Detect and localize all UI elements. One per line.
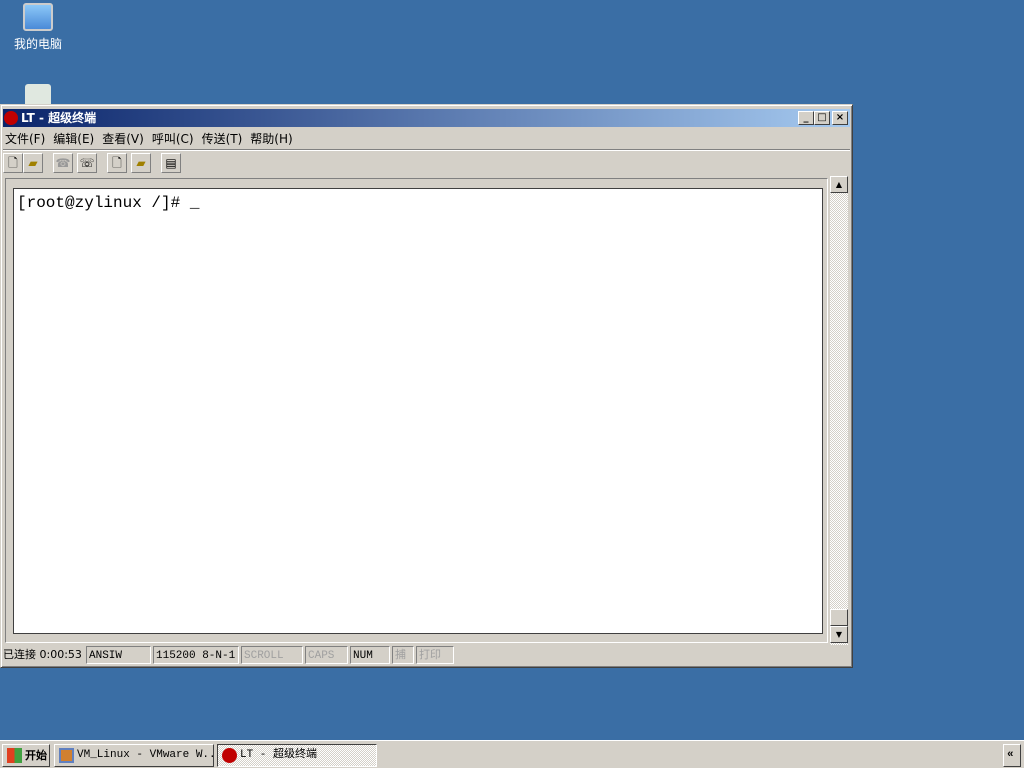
open-folder-icon: ▰ bbox=[28, 156, 38, 170]
arrow-down-icon: ▼ bbox=[835, 630, 843, 639]
status-capture: 捕 bbox=[392, 646, 414, 664]
status-caps: CAPS bbox=[305, 646, 348, 664]
receive-file-icon: ▰ bbox=[136, 156, 146, 170]
windows-logo-icon bbox=[7, 748, 22, 763]
send-file-icon: 🗋 bbox=[112, 156, 122, 170]
status-scroll: SCROLL bbox=[241, 646, 303, 664]
status-bar: 已连接 0:00:53 ANSIW 115200 8-N-1 SCROLL CA… bbox=[1, 646, 851, 666]
status-num: NUM bbox=[350, 646, 390, 664]
new-button[interactable]: 🗋 bbox=[3, 153, 23, 173]
terminal-frame: [root@zylinux /]# _ bbox=[5, 178, 828, 643]
scroll-up-button[interactable]: ▲ bbox=[830, 176, 848, 193]
task-vmware[interactable]: VM_Linux - VMware W... bbox=[54, 744, 214, 767]
open-button[interactable]: ▰ bbox=[23, 153, 43, 173]
desktop-icon-recycle-bin[interactable] bbox=[0, 84, 76, 106]
phone-icon: ☎ bbox=[55, 156, 71, 170]
task-label: VM_Linux - VMware W... bbox=[77, 749, 214, 761]
receive-button[interactable]: ▰ bbox=[131, 153, 151, 173]
app-icon bbox=[4, 111, 18, 125]
scroll-down-button[interactable]: ▼ bbox=[830, 626, 848, 643]
properties-icon: ▤ bbox=[165, 156, 177, 170]
new-file-icon: 🗋 bbox=[8, 156, 18, 170]
call-icon: ☏ bbox=[79, 156, 95, 170]
task-label: LT - 超级终端 bbox=[240, 749, 318, 761]
hyperterminal-icon bbox=[222, 748, 237, 763]
vertical-scrollbar[interactable]: ▲ ▼ bbox=[830, 176, 848, 645]
desktop-icon-my-computer[interactable]: 我的电脑 bbox=[0, 3, 76, 52]
scroll-thumb[interactable] bbox=[830, 609, 848, 626]
status-port: 115200 8-N-1 bbox=[153, 646, 239, 664]
menu-transfer[interactable]: 传送(T) bbox=[200, 129, 249, 149]
start-label: 开始 bbox=[25, 749, 47, 762]
arrow-up-icon: ▲ bbox=[835, 180, 843, 189]
menu-file[interactable]: 文件(F) bbox=[3, 129, 51, 149]
title-bar[interactable]: LT - 超级终端 _ □ × bbox=[3, 109, 850, 127]
desktop-icon-label: 我的电脑 bbox=[13, 37, 62, 51]
menu-view[interactable]: 查看(V) bbox=[100, 129, 150, 149]
hyperterminal-window: LT - 超级终端 _ □ × 文件(F) 编辑(E) 查看(V) 呼叫(C) … bbox=[0, 104, 853, 668]
task-hyperterminal[interactable]: LT - 超级终端 bbox=[217, 744, 377, 767]
maximize-button[interactable]: □ bbox=[814, 111, 830, 125]
my-computer-icon bbox=[23, 3, 53, 31]
taskbar: 开始 VM_Linux - VMware W... LT - 超级终端 « bbox=[0, 740, 1024, 768]
menu-help[interactable]: 帮助(H) bbox=[248, 129, 298, 149]
tray-expand-button[interactable]: « bbox=[1003, 744, 1021, 767]
status-print: 打印 bbox=[416, 646, 454, 664]
menu-edit[interactable]: 编辑(E) bbox=[51, 129, 100, 149]
disconnect-button[interactable]: ☎ bbox=[53, 153, 73, 173]
vmware-icon bbox=[59, 748, 74, 763]
start-button[interactable]: 开始 bbox=[2, 744, 50, 767]
menu-bar: 文件(F) 编辑(E) 查看(V) 呼叫(C) 传送(T) 帮助(H) bbox=[3, 129, 299, 149]
menu-call[interactable]: 呼叫(C) bbox=[150, 129, 200, 149]
status-emulation: ANSIW bbox=[86, 646, 151, 664]
call-button[interactable]: ☏ bbox=[77, 153, 97, 173]
close-button[interactable]: × bbox=[832, 111, 848, 125]
toolbar: 🗋 ▰ ☎ ☏ 🗋 ▰ ▤ bbox=[3, 149, 850, 173]
minimize-button[interactable]: _ bbox=[798, 111, 814, 125]
properties-button[interactable]: ▤ bbox=[161, 153, 181, 173]
window-title: LT - 超级终端 bbox=[21, 111, 97, 125]
recycle-bin-icon bbox=[25, 84, 51, 106]
terminal-screen[interactable]: [root@zylinux /]# _ bbox=[13, 188, 823, 634]
send-button[interactable]: 🗋 bbox=[107, 153, 127, 173]
status-connected: 已连接 0:00:53 bbox=[3, 648, 82, 661]
